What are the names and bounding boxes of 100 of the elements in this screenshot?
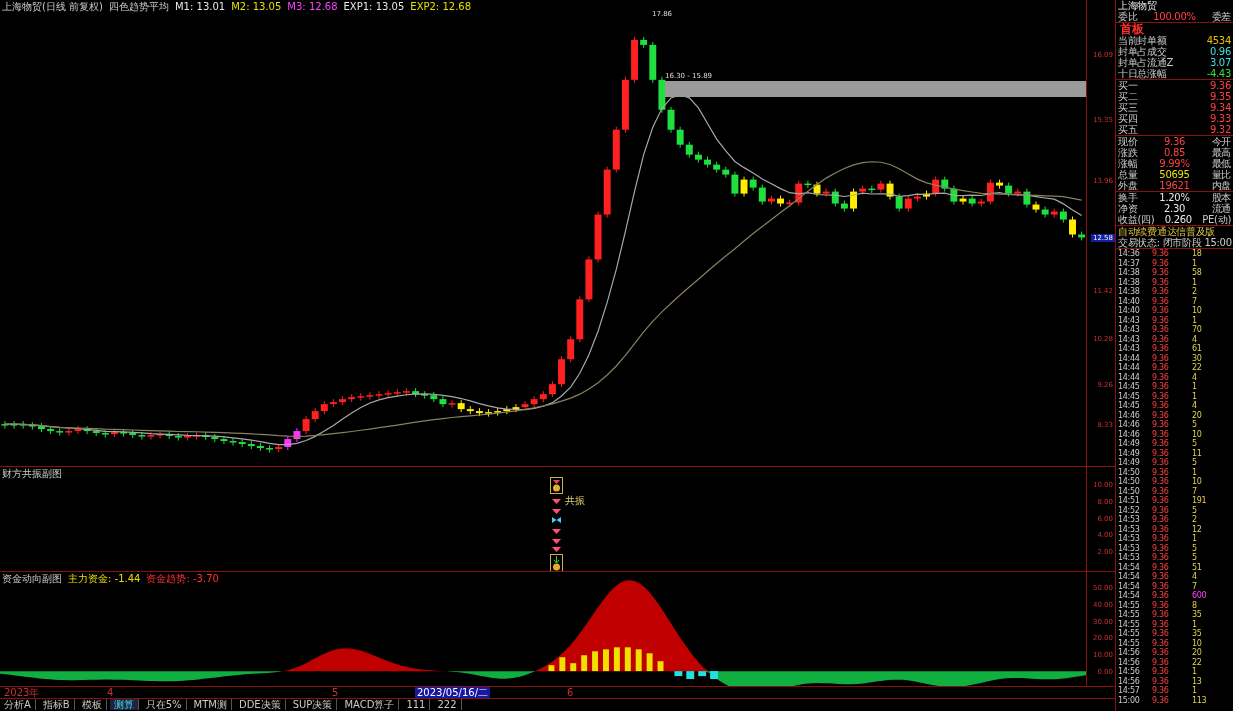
tick-price: 9.36: [1152, 277, 1170, 287]
indicator-value: 主力资金: -1.44: [68, 573, 141, 584]
tick-time: 14:49: [1118, 458, 1141, 468]
field-label: 换手: [1118, 192, 1138, 203]
tick-time: 14:54: [1118, 591, 1141, 601]
candle: [184, 432, 191, 442]
tick-time: 14:43: [1118, 344, 1141, 354]
tick-volume: 1: [1192, 534, 1198, 544]
tick-volume: 2: [1192, 287, 1198, 297]
tick-volume: 1: [1192, 382, 1198, 392]
field-label: 买四: [1118, 113, 1138, 124]
tick-time: 14:55: [1118, 629, 1141, 639]
tick-volume: 4: [1192, 401, 1198, 411]
tick-time: 14:53: [1118, 553, 1141, 563]
tick-time: 14:55: [1118, 600, 1141, 610]
tick-volume: 191: [1192, 496, 1208, 506]
tick-volume: 7: [1192, 581, 1198, 591]
tick-time: 14:44: [1118, 363, 1141, 373]
field-label: 今开: [1211, 136, 1231, 147]
field-label: 净资: [1118, 203, 1138, 214]
tick-price: 9.36: [1152, 429, 1170, 439]
field-value: 0.260: [1164, 214, 1192, 225]
status-notice: 交易状态: 闭市阶段 15:00: [1118, 237, 1232, 248]
tick-volume: 12: [1192, 524, 1203, 534]
tick-volume: 51: [1192, 562, 1203, 572]
bid-price: 9.36: [1209, 80, 1231, 91]
field-label: 买五: [1118, 124, 1138, 135]
tick-volume: 35: [1192, 629, 1203, 639]
date-label: 5: [331, 687, 340, 698]
tick-time: 14:38: [1118, 287, 1141, 297]
field-label: 外盘: [1118, 180, 1138, 191]
tick-price: 9.36: [1152, 667, 1170, 677]
candle: [996, 179, 1003, 190]
field-value: 100.00%: [1153, 11, 1196, 22]
candle: [1069, 216, 1076, 238]
tick-volume: 5: [1192, 543, 1198, 553]
tick-price: 9.36: [1152, 296, 1170, 306]
field-value: 1.20%: [1159, 192, 1190, 203]
field-label: 买一: [1118, 80, 1138, 91]
tick-price: 9.36: [1152, 258, 1170, 268]
field-label: 最低: [1211, 158, 1231, 169]
tick-time: 14:56: [1118, 648, 1141, 658]
tick-price: 9.36: [1152, 543, 1170, 553]
tick-time: 14:53: [1118, 524, 1141, 534]
tick-time: 14:49: [1118, 439, 1141, 449]
tick-volume: 4: [1192, 334, 1198, 344]
tick-time: 14:50: [1118, 486, 1141, 496]
tick-volume: 20: [1192, 410, 1203, 420]
candle: [558, 355, 565, 388]
tick-time: 14:45: [1118, 401, 1141, 411]
tick-volume: 1: [1192, 619, 1198, 629]
tick-volume: 2: [1192, 515, 1198, 525]
tick-time: 14:44: [1118, 372, 1141, 382]
tick-price: 9.36: [1152, 401, 1170, 411]
indicator-name: 四色趋势平均: [109, 1, 169, 12]
tick-time: 14:46: [1118, 410, 1141, 420]
tick-price: 9.36: [1152, 372, 1170, 382]
tick-time: 14:38: [1118, 268, 1141, 278]
tick-price: 9.36: [1152, 344, 1170, 354]
tick-time: 14:51: [1118, 496, 1141, 506]
tick-volume: 4: [1192, 572, 1198, 582]
tick-volume: 10: [1192, 477, 1203, 487]
tick-volume: 20: [1192, 648, 1203, 658]
candle: [777, 195, 784, 208]
tick-time: 14:45: [1118, 382, 1141, 392]
field-label: 委比: [1118, 11, 1138, 22]
tick-price: 9.36: [1152, 657, 1170, 667]
date-label: 2023年: [3, 687, 41, 698]
tick-time: 14:54: [1118, 581, 1141, 591]
field-value: 19621: [1159, 180, 1190, 191]
field-label: 委差: [1211, 11, 1231, 22]
candle: [631, 36, 638, 84]
signal-label: 共振: [565, 495, 585, 506]
tick-time: 14:52: [1118, 505, 1141, 515]
date-label: 4: [106, 687, 115, 698]
field-label: 内盘: [1211, 180, 1231, 191]
tick-price: 9.36: [1152, 458, 1170, 468]
legend-value: M1: 13.01: [175, 1, 226, 12]
tick-time: 14:56: [1118, 657, 1141, 667]
tick-time: 14:54: [1118, 572, 1141, 582]
field-value: 2.30: [1163, 203, 1186, 214]
bid-price: 9.34: [1209, 102, 1231, 113]
tick-price: 9.36: [1152, 486, 1170, 496]
field-label: 最高: [1211, 147, 1231, 158]
tick-price: 9.36: [1152, 524, 1170, 534]
field-label: 总量: [1118, 169, 1138, 180]
tick-time: 14:55: [1118, 610, 1141, 620]
tick-time: 14:38: [1118, 277, 1141, 287]
field-label: 量比: [1211, 169, 1231, 180]
tick-volume: 7: [1192, 486, 1198, 496]
indicator-tab[interactable]: 测算: [109, 699, 139, 710]
tick-time: 14:40: [1118, 306, 1141, 316]
bid-price: 9.35: [1209, 91, 1231, 102]
tick-time: 14:53: [1118, 543, 1141, 553]
tick-time: 14:50: [1118, 477, 1141, 487]
tick-price: 9.36: [1152, 610, 1170, 620]
tick-volume: 18: [1192, 249, 1203, 259]
tick-volume: 1: [1192, 667, 1198, 677]
status-notice: 自动续费通达信普及版: [1118, 226, 1215, 237]
tick-time: 14:56: [1118, 667, 1141, 677]
